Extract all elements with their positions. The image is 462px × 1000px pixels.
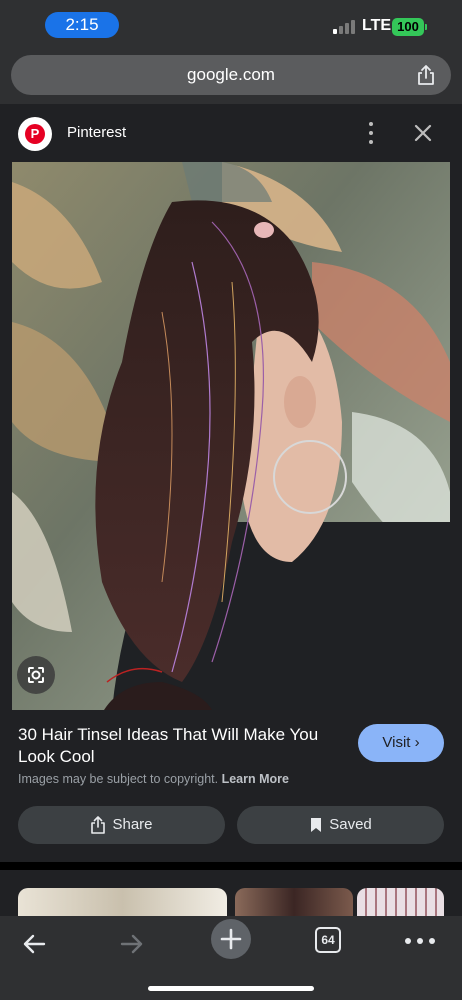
result-title[interactable]: 30 Hair Tinsel Ideas That Will Make You … — [18, 724, 348, 768]
visit-button[interactable]: Visit › — [358, 724, 444, 762]
result-info: 30 Hair Tinsel Ideas That Will Make You … — [0, 710, 462, 862]
home-indicator — [148, 986, 314, 991]
forward-arrow-icon[interactable] — [114, 926, 150, 962]
more-options-icon[interactable] — [364, 120, 378, 146]
plus-icon — [220, 928, 242, 950]
url-text: google.com — [187, 65, 275, 84]
copyright-notice: Images may be subject to copyright. Lear… — [18, 772, 289, 786]
close-icon[interactable] — [410, 120, 436, 146]
image-preview-area — [0, 162, 462, 710]
pinterest-logo-icon: P — [18, 117, 52, 151]
bookmark-icon — [311, 818, 322, 833]
status-bar: 2:15 LTE 100 — [0, 0, 462, 48]
copyright-text: Images may be subject to copyright. — [18, 772, 219, 786]
browser-toolbar: 64 — [0, 916, 462, 1000]
back-arrow-icon[interactable] — [16, 926, 52, 962]
new-tab-button[interactable] — [211, 919, 251, 959]
tab-switcher-button[interactable]: 64 — [315, 927, 341, 953]
share-button[interactable]: Share — [18, 806, 225, 844]
related-thumbnail[interactable] — [357, 888, 444, 916]
network-type: LTE — [362, 17, 392, 34]
related-thumbnail[interactable] — [18, 888, 227, 916]
result-image[interactable] — [12, 162, 450, 710]
browser-address-area: google.com — [0, 48, 462, 104]
related-thumbnail[interactable] — [235, 888, 353, 916]
related-images — [0, 870, 462, 916]
share-label: Share — [112, 816, 153, 833]
section-divider — [0, 862, 462, 870]
lens-icon — [28, 667, 44, 683]
saved-button[interactable]: Saved — [237, 806, 444, 844]
share-icon[interactable] — [415, 64, 437, 86]
share-icon — [91, 816, 106, 834]
status-time: 2:15 — [45, 12, 119, 38]
pinterest-logo-letter: P — [25, 124, 45, 144]
google-lens-button[interactable] — [17, 656, 55, 694]
battery-icon: 100 — [392, 18, 424, 36]
battery-tip — [425, 24, 427, 30]
more-menu-icon[interactable] — [405, 938, 435, 944]
cellular-signal-icon — [333, 18, 357, 34]
saved-label: Saved — [329, 816, 372, 833]
learn-more-link[interactable]: Learn More — [222, 772, 289, 786]
source-header: P Pinterest — [0, 104, 462, 162]
address-bar[interactable]: google.com — [11, 55, 451, 95]
source-name: Pinterest — [67, 124, 127, 141]
